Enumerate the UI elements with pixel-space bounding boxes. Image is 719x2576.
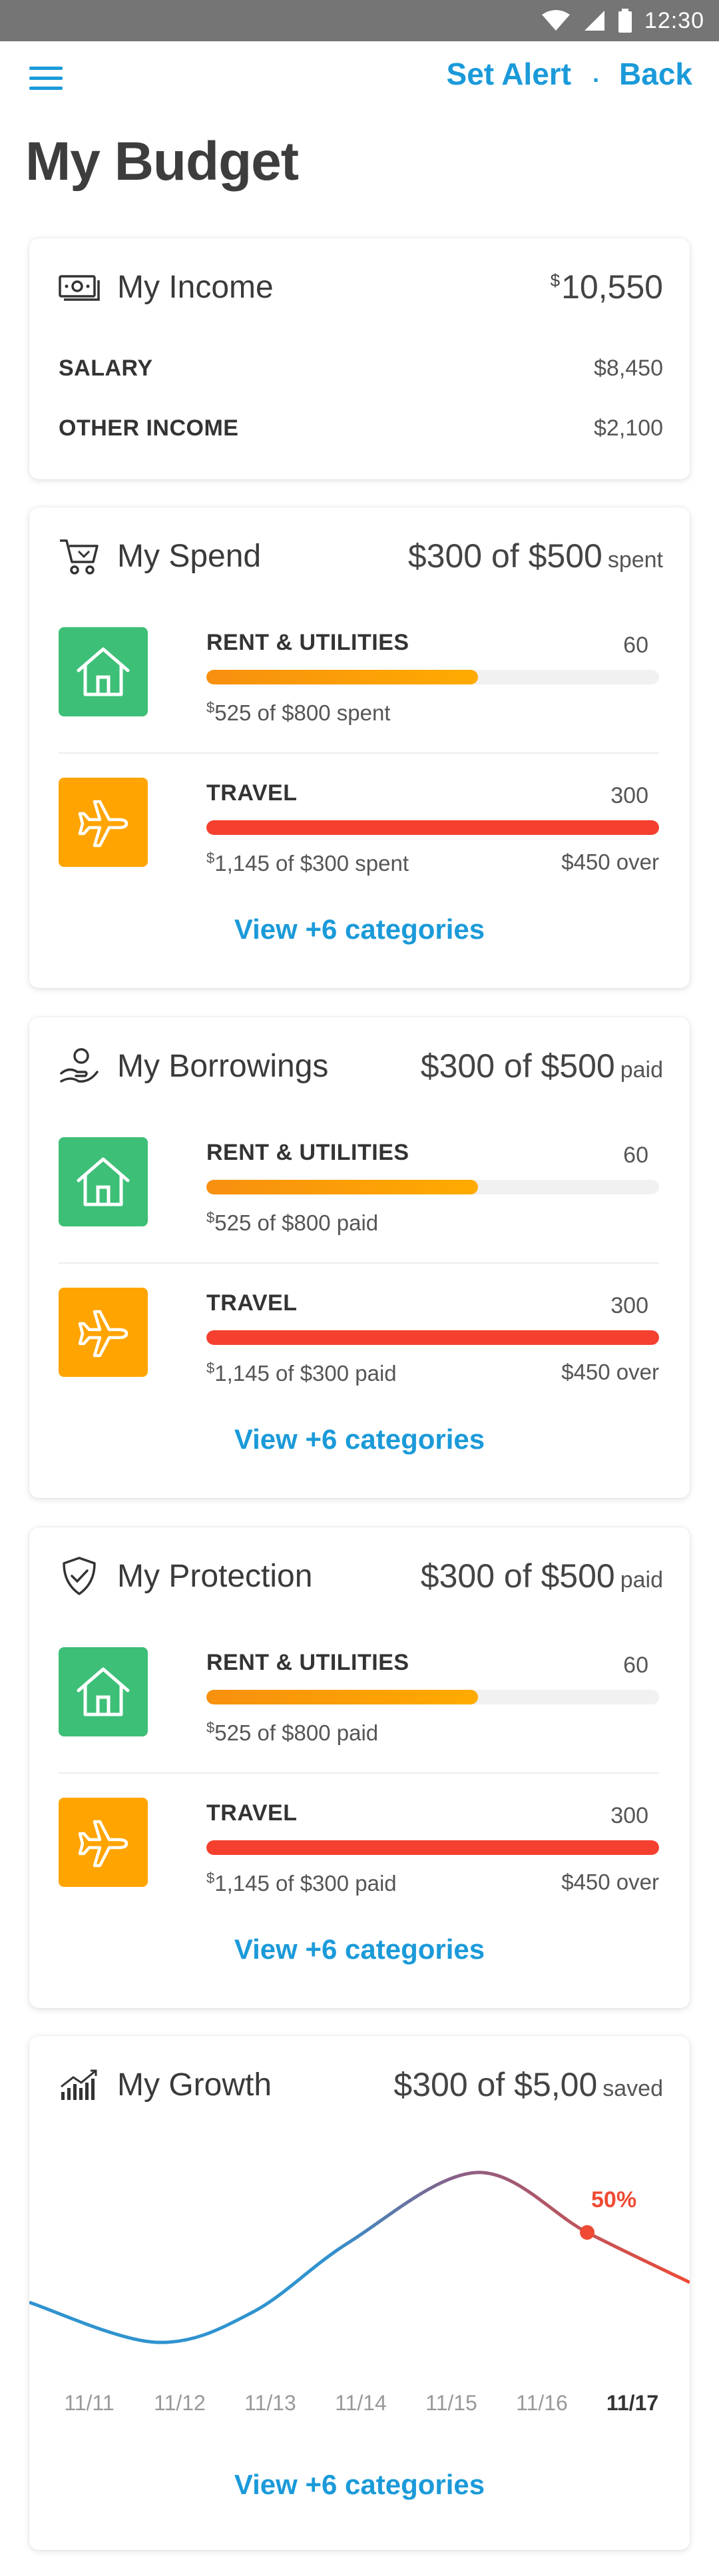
category-progress-fill [206, 1330, 659, 1345]
battery-icon [618, 9, 632, 33]
airplane-icon [59, 1798, 148, 1887]
category-name: TRAVEL [206, 780, 298, 806]
income-row-label: OTHER INCOME [59, 415, 239, 441]
category-detail: $525 of $800 paid [206, 1209, 379, 1235]
spend-card: My Spend $300 of $500 spent RENT & UTILIT… [29, 507, 690, 988]
growth-x-tick-label[interactable]: 11/15 [425, 2391, 477, 2415]
income-row-value: $8,450 [594, 356, 663, 381]
borrowings-category-row[interactable]: RENT & UTILITIES 60 $525 of $800 paid [59, 1137, 659, 1258]
airplane-icon [59, 778, 148, 867]
borrowings-category-row[interactable]: TRAVEL 300 $1,145 of $300 paid $450 over [59, 1288, 659, 1409]
divider [59, 1262, 659, 1264]
borrowings-title: My Borrowings [117, 1048, 329, 1084]
status-bar: 12:30 [0, 0, 719, 41]
category-name: TRAVEL [206, 1800, 298, 1826]
growth-x-tick-label[interactable]: 11/13 [244, 2391, 296, 2415]
set-alert-link[interactable]: Set Alert [447, 56, 571, 92]
growth-annotation-label: 50% [591, 2187, 636, 2212]
income-card: My Income $10,550 SALARY $8,450 OTHER IN… [29, 238, 690, 479]
category-progress-track [206, 670, 659, 684]
protection-summary: $300 of $500 paid [420, 1557, 663, 1595]
income-row-label: SALARY [59, 356, 153, 381]
income-row-salary: SALARY $8,450 [59, 356, 663, 382]
home-icon [59, 1647, 148, 1736]
category-detail: $1,145 of $300 paid [206, 1870, 397, 1896]
growth-x-tick-label[interactable]: 11/16 [516, 2391, 568, 2415]
category-detail: $1,145 of $300 spent [206, 850, 409, 876]
spend-category-row[interactable]: RENT & UTILITIES 60 $525 of $800 spent [59, 627, 659, 748]
income-row-value: $2,100 [594, 415, 663, 441]
category-name: RENT & UTILITIES [206, 630, 409, 655]
protection-category-row[interactable]: TRAVEL 300 $1,145 of $300 paid $450 over [59, 1798, 659, 1919]
income-total: $10,550 [550, 268, 663, 306]
category-progress-track [206, 1690, 659, 1704]
page-title: My Budget [25, 131, 299, 192]
divider [59, 752, 659, 754]
income-title: My Income [117, 269, 274, 305]
hand-coin-icon [59, 1046, 103, 1086]
category-progress-track [206, 1840, 659, 1855]
category-count: 300 [610, 783, 648, 808]
home-icon [59, 1137, 148, 1226]
spend-view-more-link[interactable]: View +6 categories [29, 913, 690, 945]
growth-view-more-link[interactable]: View +6 categories [29, 2469, 690, 2501]
borrowings-view-more-link[interactable]: View +6 categories [29, 1423, 690, 1455]
protection-view-more-link[interactable]: View +6 categories [29, 1933, 690, 1965]
category-progress-fill [206, 1690, 478, 1704]
category-count: 60 [623, 1653, 648, 1678]
header-separator: . [593, 60, 600, 87]
home-icon [59, 627, 148, 716]
shield-check-icon [59, 1556, 103, 1596]
back-link[interactable]: Back [619, 56, 692, 92]
category-over-amount: $450 over [561, 850, 659, 874]
category-progress-fill [206, 670, 478, 684]
category-count: 300 [610, 1803, 648, 1828]
category-progress-fill [206, 820, 659, 835]
category-over-amount: $450 over [561, 1360, 659, 1384]
growth-x-tick-label[interactable]: 11/11 [64, 2391, 114, 2415]
category-over-amount: $450 over [561, 1870, 659, 1894]
divider [59, 1772, 659, 1774]
category-progress-track [206, 820, 659, 835]
growth-card: My Growth $300 of $5,00 saved 50% 11/11 11/… [29, 2036, 690, 2550]
spend-category-row[interactable]: TRAVEL 300 $1,145 of $300 spent $450 over [59, 778, 659, 899]
category-progress-fill [206, 1840, 659, 1855]
category-count: 60 [623, 633, 648, 658]
category-progress-track [206, 1330, 659, 1345]
category-detail: $525 of $800 spent [206, 699, 391, 725]
category-name: TRAVEL [206, 1290, 298, 1316]
category-count: 300 [610, 1293, 648, 1318]
borrowings-card: My Borrowings $300 of $500 paid RENT & UT… [29, 1017, 690, 1498]
category-name: RENT & UTILITIES [206, 1140, 409, 1165]
protection-card: My Protection $300 of $500 paid RENT & UT… [29, 1527, 690, 2008]
protection-category-row[interactable]: RENT & UTILITIES 60 $525 of $800 paid [59, 1647, 659, 1768]
growth-x-tick-label[interactable]: 11/12 [154, 2391, 206, 2415]
category-detail: $525 of $800 paid [206, 1719, 379, 1745]
spend-title: My Spend [117, 538, 262, 574]
income-row-other: OTHER INCOME $2,100 [59, 415, 663, 441]
shopping-cart-icon [59, 536, 103, 576]
app-header: Set Alert . Back [0, 41, 719, 115]
growth-x-tick-label[interactable]: 11/17 [606, 2391, 658, 2415]
category-detail: $1,145 of $300 paid [206, 1360, 397, 1386]
money-icon [59, 267, 103, 307]
airplane-icon [59, 1288, 148, 1377]
signal-icon [584, 11, 604, 31]
category-progress-fill [206, 1180, 478, 1194]
category-count: 60 [623, 1143, 648, 1168]
status-time: 12:30 [644, 7, 704, 33]
category-progress-track [206, 1180, 659, 1194]
category-name: RENT & UTILITIES [206, 1650, 409, 1675]
spend-summary: $300 of $500 spent [407, 537, 663, 575]
hamburger-menu-icon[interactable] [29, 67, 63, 91]
protection-title: My Protection [117, 1558, 313, 1594]
borrowings-summary: $300 of $500 paid [420, 1047, 663, 1085]
wifi-icon [541, 10, 570, 31]
growth-annotated-point[interactable] [580, 2225, 595, 2240]
growth-x-tick-label[interactable]: 11/14 [335, 2391, 387, 2415]
